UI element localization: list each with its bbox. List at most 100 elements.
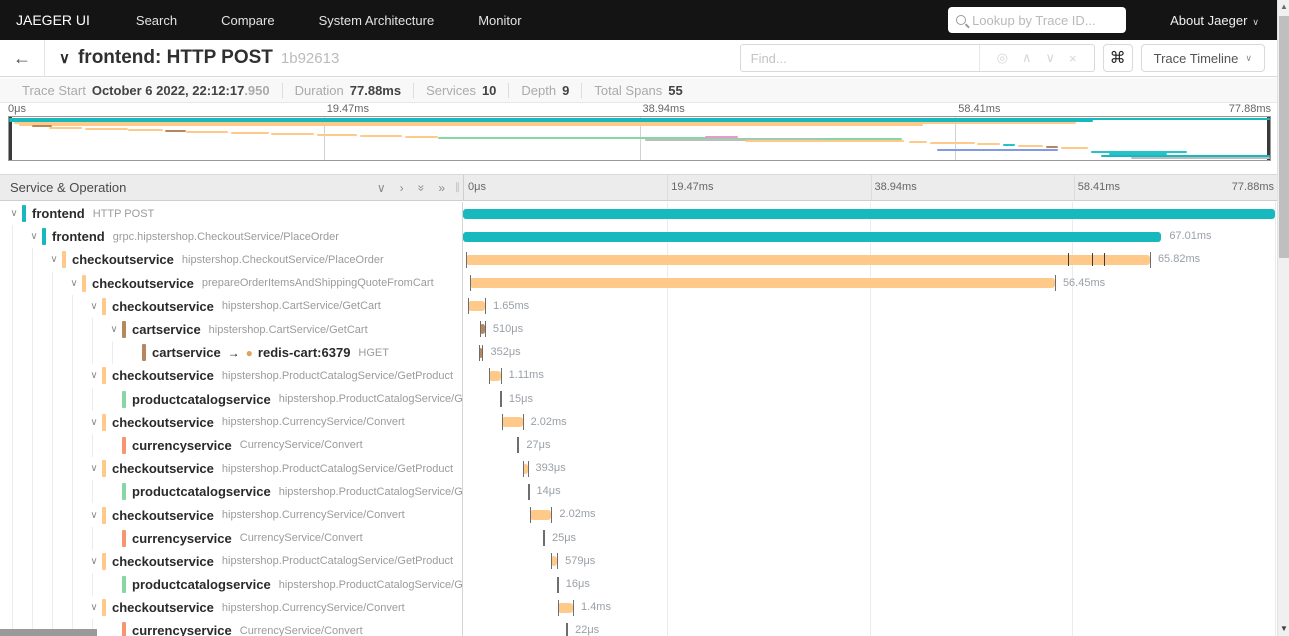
collapse-all-icon[interactable]: » <box>414 184 428 191</box>
span-name-cell[interactable]: ∨ checkoutservice hipstershop.CurrencySe… <box>0 503 463 527</box>
scroll-up-icon[interactable]: ▲ <box>1278 2 1289 11</box>
nav-item-compare[interactable]: Compare <box>221 13 274 28</box>
span-name-cell[interactable]: ∨ checkoutservice hipstershop.ProductCat… <box>0 457 463 481</box>
collapse-trace-detail-chevron-icon[interactable]: ∨ <box>59 49 70 67</box>
span-name-cell[interactable]: ∨ checkoutservice hipstershop.ProductCat… <box>0 549 463 573</box>
span-name-cell[interactable]: ∨ cartservice hipstershop.CartService/Ge… <box>0 317 463 342</box>
operation-name: hipstershop.ProductCatalogService/GetPro… <box>221 369 454 382</box>
span-name-cell[interactable]: ∨ currencyservice CurrencyService/Conver… <box>0 433 463 458</box>
span-boundary-line <box>485 298 487 315</box>
span-bar-cell[interactable]: 25μs <box>463 527 1275 550</box>
span-bar-cell[interactable]: 14μs <box>463 480 1275 503</box>
span-name-cell[interactable]: ∨ checkoutservice hipstershop.CheckoutSe… <box>0 248 463 272</box>
span-bar-cell[interactable]: 1.11ms <box>463 364 1275 387</box>
prev-match-icon[interactable]: ∧ <box>1022 50 1032 66</box>
minimap-span-segment <box>19 124 924 126</box>
span-bar-cell[interactable]: 16μs <box>463 573 1275 596</box>
row-chevron-down-icon[interactable]: ∨ <box>46 254 62 265</box>
trace-header: ← ∨ frontend: HTTP POST 1b92613 ◎ ∧ ∨ × … <box>0 39 1289 77</box>
span-name-cell[interactable]: ∨ checkoutservice hipstershop.CurrencySe… <box>0 596 463 620</box>
span-bar-cell[interactable]: 510μs <box>463 318 1275 341</box>
row-chevron-down-icon[interactable]: ∨ <box>106 324 122 335</box>
row-chevron-down-icon[interactable]: ∨ <box>86 301 102 312</box>
minimap-span-segment <box>1002 144 1016 146</box>
service-name: cartservice <box>132 322 201 338</box>
nav-item-system-architecture[interactable]: System Architecture <box>319 13 435 28</box>
span-row: ∨ productcatalogservice hipstershop.Prod… <box>0 480 1277 504</box>
vertical-scrollbar-thumb[interactable] <box>1279 16 1289 258</box>
span-bar[interactable] <box>467 301 486 312</box>
nav-item-search[interactable]: Search <box>136 13 177 28</box>
span-bar[interactable] <box>501 417 523 428</box>
span-name-cell[interactable]: ∨ checkoutservice prepareOrderItemsAndSh… <box>0 271 463 295</box>
span-bar[interactable] <box>558 602 574 613</box>
span-name-cell[interactable]: ∨ productcatalogservice hipstershop.Prod… <box>0 480 463 504</box>
find-input[interactable] <box>740 50 979 66</box>
span-name-cell[interactable]: ∨ checkoutservice hipstershop.ProductCat… <box>0 364 463 388</box>
span-name-cell[interactable]: ∨ checkoutservice hipstershop.CurrencySe… <box>0 410 463 434</box>
expand-one-icon[interactable]: › <box>400 181 404 195</box>
span-bar-cell[interactable]: 2.02ms <box>463 503 1275 526</box>
nav-item-monitor[interactable]: Monitor <box>478 13 521 28</box>
span-name-cell[interactable]: ∨ checkoutservice hipstershop.CartServic… <box>0 294 463 318</box>
minimap-left-drag-handle[interactable] <box>9 117 12 160</box>
span-bar[interactable] <box>488 370 501 381</box>
trace-id-lookup[interactable] <box>948 7 1127 33</box>
span-name-cell[interactable]: ∨ frontend HTTP POST <box>0 202 463 226</box>
row-chevron-down-icon[interactable]: ∨ <box>86 556 102 567</box>
row-chevron-down-icon[interactable]: ∨ <box>86 463 102 474</box>
span-bar-cell[interactable]: 579μs <box>463 550 1275 573</box>
trace-view-selector[interactable]: Trace Timeline ∨ <box>1140 44 1265 72</box>
span-bar[interactable] <box>463 208 1275 219</box>
row-chevron-down-icon[interactable]: ∨ <box>86 602 102 613</box>
row-chevron-down-icon[interactable]: ∨ <box>6 208 22 219</box>
expand-all-icon[interactable]: » <box>438 181 445 195</box>
trace-id-lookup-input[interactable] <box>972 12 1113 28</box>
span-name-cell[interactable]: ∨ productcatalogservice hipstershop.Prod… <box>0 387 463 411</box>
span-name-cell[interactable]: ∨ productcatalogservice hipstershop.Prod… <box>0 573 463 597</box>
span-bar-cell[interactable]: 393μs <box>463 457 1275 480</box>
row-chevron-down-icon[interactable]: ∨ <box>26 231 42 242</box>
operation-name: hipstershop.CurrencyService/Convert <box>221 601 405 614</box>
row-chevron-down-icon[interactable]: ∨ <box>66 278 82 289</box>
vertical-scrollbar[interactable]: ▲ ▼ <box>1277 0 1289 636</box>
arrow-right-icon: → <box>227 345 240 360</box>
back-button[interactable]: ← <box>0 48 44 69</box>
span-bar-cell[interactable]: 352μs <box>463 341 1275 364</box>
scroll-down-icon[interactable]: ▼ <box>1278 624 1289 633</box>
span-bar-cell[interactable]: 67.01ms <box>463 225 1275 248</box>
span-bar[interactable] <box>470 278 1055 289</box>
horizontal-scrollbar-thumb[interactable] <box>0 629 97 636</box>
span-bar-cell[interactable]: 27μs <box>463 434 1275 457</box>
span-bar[interactable] <box>530 509 552 520</box>
minimap-canvas[interactable] <box>8 116 1271 161</box>
span-bar-cell[interactable]: 15μs <box>463 388 1275 411</box>
clear-find-icon[interactable]: × <box>1069 51 1077 66</box>
app-brand[interactable]: JAEGER UI <box>16 12 90 28</box>
keyboard-shortcuts-button[interactable]: ⌘ <box>1102 44 1133 72</box>
column-resizer-handle[interactable]: ∥ <box>455 182 461 193</box>
span-bar-cell[interactable]: 65.82ms <box>463 248 1275 271</box>
minimap-span-segment <box>359 135 403 137</box>
span-bar-cell[interactable]: 22μs <box>463 619 1275 636</box>
span-bar-cell[interactable] <box>463 202 1275 225</box>
row-chevron-down-icon[interactable]: ∨ <box>86 510 102 521</box>
span-name-cell[interactable]: ∨ currencyservice CurrencyService/Conver… <box>0 526 463 550</box>
span-name-cell[interactable]: ∨ frontend grpc.hipstershop.CheckoutServ… <box>0 225 463 249</box>
span-bar-cell[interactable]: 56.45ms <box>463 272 1275 295</box>
service-color-chip <box>122 390 126 408</box>
row-chevron-down-icon[interactable]: ∨ <box>86 417 102 428</box>
span-name-cell[interactable]: ∨ cartservice → ● redis-cart:6379 HGET <box>0 341 463 365</box>
span-bar[interactable] <box>463 231 1162 242</box>
next-match-icon[interactable]: ∨ <box>1046 50 1056 66</box>
minimap-right-drag-handle[interactable] <box>1267 117 1270 160</box>
about-jaeger-menu[interactable]: About Jaeger ∨ <box>1170 13 1259 28</box>
row-chevron-down-icon[interactable]: ∨ <box>86 370 102 381</box>
collapse-one-icon[interactable]: ∨ <box>377 181 386 195</box>
span-bar[interactable] <box>466 254 1150 265</box>
span-bar-cell[interactable]: 1.4ms <box>463 596 1275 619</box>
span-bar-cell[interactable]: 2.02ms <box>463 411 1275 434</box>
span-bar-cell[interactable]: 1.65ms <box>463 295 1275 318</box>
focus-match-icon[interactable]: ◎ <box>997 50 1008 66</box>
service-name: checkoutservice <box>112 368 214 384</box>
